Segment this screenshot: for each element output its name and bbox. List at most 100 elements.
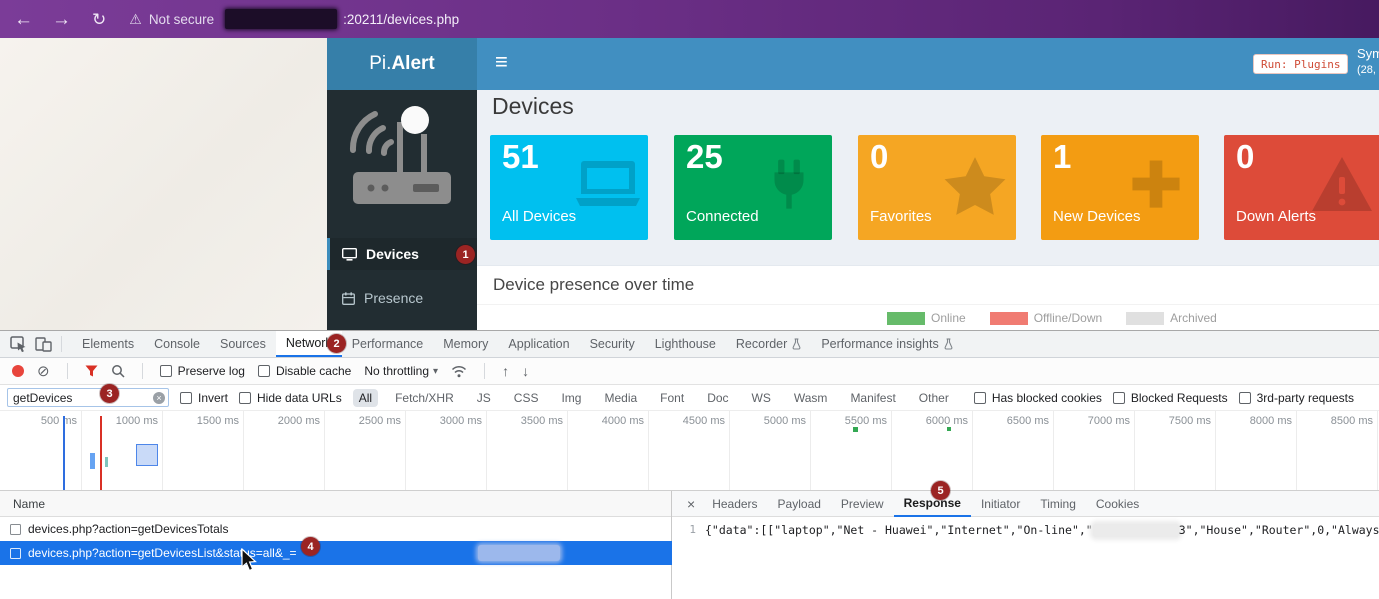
search-icon[interactable] — [111, 364, 125, 378]
checkbox[interactable] — [974, 392, 986, 404]
checkbox[interactable] — [1113, 392, 1125, 404]
import-har-icon[interactable]: ↑ — [502, 364, 509, 378]
filter-chip-manifest[interactable]: Manifest — [844, 389, 901, 407]
tab-recorder[interactable]: Recorder — [726, 331, 811, 357]
checkbox[interactable] — [160, 365, 172, 377]
blocked-requests-checkbox[interactable]: Blocked Requests — [1113, 391, 1228, 405]
sidebar-item-presence[interactable]: Presence — [327, 282, 477, 314]
card-down-alerts[interactable]: 0 Down Alerts — [1224, 135, 1379, 240]
clear-network-log-icon[interactable]: ⊘ — [37, 364, 50, 379]
file-icon — [10, 548, 21, 559]
tab-payload[interactable]: Payload — [768, 491, 831, 517]
has-blocked-cookies-checkbox[interactable]: Has blocked cookies — [974, 391, 1102, 405]
filter-funnel-icon[interactable] — [85, 365, 98, 377]
tab-lighthouse[interactable]: Lighthouse — [645, 331, 726, 357]
close-icon[interactable]: × — [687, 496, 695, 512]
gridline — [324, 411, 325, 491]
hide-data-urls-checkbox[interactable]: Hide data URLs — [239, 391, 342, 405]
record-network-log-icon[interactable] — [12, 365, 24, 377]
request-name: devices.php?action=getDevicesTotals — [28, 522, 228, 536]
tab-elements[interactable]: Elements — [72, 331, 144, 357]
request-row-totals[interactable]: devices.php?action=getDevicesTotals — [0, 517, 672, 541]
back-icon[interactable]: ← — [14, 10, 33, 29]
filter-chip-font[interactable]: Font — [654, 389, 690, 407]
tab-label: Payload — [778, 497, 821, 511]
checkbox-label[interactable]: Blocked Requests — [1131, 391, 1228, 405]
hamburger-icon[interactable]: ≡ — [495, 49, 508, 75]
network-filter-input[interactable] — [7, 388, 169, 407]
forward-icon[interactable]: → — [52, 10, 71, 29]
filter-chip-img[interactable]: Img — [555, 389, 587, 407]
request-row-devices-list-selected[interactable]: devices.php?action=getDevicesList&status… — [0, 541, 672, 565]
card-connected[interactable]: 25 Connected — [674, 135, 832, 240]
sidebar-item-devices[interactable]: Devices — [327, 238, 477, 270]
preserve-log-checkbox[interactable]: Preserve log — [160, 364, 245, 378]
gridline — [81, 411, 82, 491]
tab-performance[interactable]: Performance — [342, 331, 434, 357]
checkbox[interactable] — [180, 392, 192, 404]
tab-security[interactable]: Security — [580, 331, 645, 357]
tab-headers[interactable]: Headers — [702, 491, 767, 517]
card-new-devices[interactable]: 1 New Devices — [1041, 135, 1199, 240]
checkbox[interactable] — [258, 365, 270, 377]
tab-application[interactable]: Application — [498, 331, 579, 357]
waterfall-bar — [105, 457, 108, 467]
filter-chip-wasm[interactable]: Wasm — [788, 389, 834, 407]
request-list-header[interactable]: Name — [0, 491, 671, 517]
presence-panel-title: Device presence over time — [493, 275, 694, 295]
tab-performance-insights[interactable]: Performance insights — [811, 331, 962, 357]
third-party-requests-checkbox[interactable]: 3rd-party requests — [1239, 391, 1354, 405]
card-all-devices[interactable]: 51 All Devices — [490, 135, 648, 240]
checkbox[interactable] — [239, 392, 251, 404]
waterfall-dot — [853, 427, 858, 432]
card-favorites[interactable]: 0 Favorites — [858, 135, 1016, 240]
filter-chip-ws[interactable]: WS — [746, 389, 777, 407]
filter-chip-css[interactable]: CSS — [508, 389, 545, 407]
filter-chip-doc[interactable]: Doc — [701, 389, 734, 407]
name-column-header[interactable]: Name — [13, 497, 45, 511]
tab-memory[interactable]: Memory — [433, 331, 498, 357]
tab-timing[interactable]: Timing — [1030, 491, 1086, 517]
address-bar-url[interactable]: :20211/devices.php — [343, 12, 459, 27]
not-secure-warning-icon: ⚠ — [129, 11, 142, 28]
run-plugins-button[interactable]: Run: Plugins — [1253, 54, 1348, 74]
not-secure-label[interactable]: Not secure — [149, 12, 214, 27]
tab-sources[interactable]: Sources — [210, 331, 276, 357]
browser-toolbar: ← → ↻ ⚠ Not secure :20211/devices.php — [0, 0, 1379, 38]
gridline — [405, 411, 406, 491]
filter-chip-media[interactable]: Media — [598, 389, 643, 407]
filter-chip-js[interactable]: JS — [471, 389, 497, 407]
divider — [484, 363, 485, 379]
checkbox-label[interactable]: Disable cache — [276, 364, 351, 378]
device-toolbar-icon[interactable] — [35, 337, 52, 352]
refresh-icon[interactable]: ↻ — [92, 11, 106, 28]
tab-label: Cookies — [1096, 497, 1139, 511]
disable-cache-checkbox[interactable]: Disable cache — [258, 364, 351, 378]
tab-console[interactable]: Console — [144, 331, 210, 357]
tab-preview[interactable]: Preview — [831, 491, 894, 517]
invert-checkbox[interactable]: Invert — [180, 391, 228, 405]
pialert-logo[interactable]: Pi.Alert — [327, 38, 477, 90]
tab-initiator[interactable]: Initiator — [971, 491, 1030, 517]
clear-filter-icon[interactable]: × — [153, 392, 165, 404]
throttling-select[interactable]: No throttling ▾ — [364, 364, 438, 378]
inspect-element-icon[interactable] — [10, 336, 27, 352]
filter-chip-fetch-xhr[interactable]: Fetch/XHR — [389, 389, 460, 407]
experiment-flask-icon — [792, 338, 801, 350]
checkbox-label[interactable]: Has blocked cookies — [992, 391, 1102, 405]
response-body[interactable]: 1 {"data":[["laptop","Net - Huawei","Int… — [672, 517, 1379, 599]
response-json-text: {"data":[["laptop","Net - Huawei","Inter… — [705, 523, 1093, 537]
network-conditions-icon[interactable] — [451, 365, 467, 378]
logo-prefix: Pi. — [369, 53, 391, 75]
filter-chip-other[interactable]: Other — [913, 389, 955, 407]
checkbox-label[interactable]: Invert — [198, 391, 228, 405]
checkbox[interactable] — [1239, 392, 1251, 404]
checkbox-label[interactable]: 3rd-party requests — [1257, 391, 1354, 405]
tab-cookies[interactable]: Cookies — [1086, 491, 1149, 517]
checkbox-label[interactable]: Preserve log — [178, 364, 245, 378]
network-overview-timeline[interactable]: 500 ms 1000 ms 1500 ms 2000 ms 2500 ms 3… — [0, 411, 1379, 491]
legend-item-offline: Offline/Down — [990, 311, 1102, 325]
checkbox-label[interactable]: Hide data URLs — [257, 391, 342, 405]
export-har-icon[interactable]: ↓ — [522, 364, 529, 378]
filter-chip-all[interactable]: All — [353, 389, 378, 407]
